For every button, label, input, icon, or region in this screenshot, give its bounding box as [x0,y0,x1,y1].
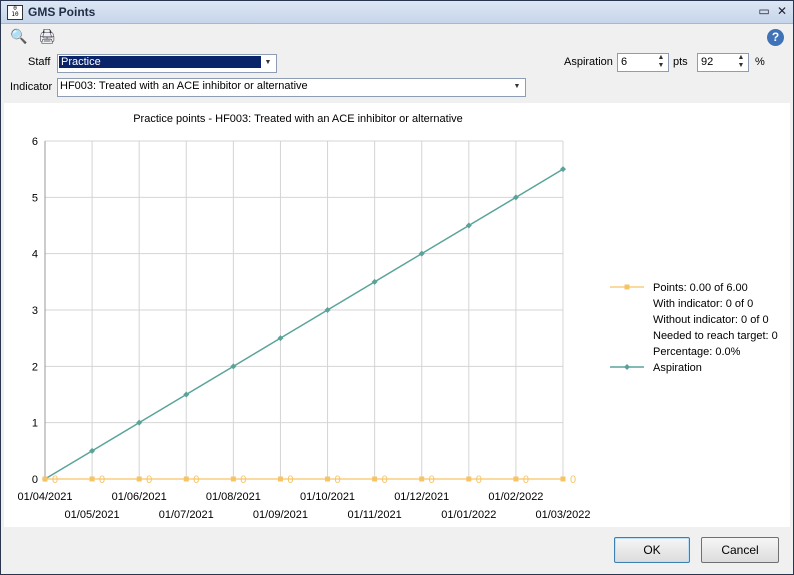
points-unit-label: pts [673,56,688,68]
y-tick-label: 3 [32,305,38,317]
x-tick-label: 01/10/2021 [300,491,355,503]
aspiration-percent-value: 92 [701,56,714,68]
staff-select-value: Practice [59,56,261,68]
window-title: GMS Points [28,5,96,19]
points-point [277,476,283,482]
x-tick-label: 01/09/2021 [253,509,308,521]
x-tick-label: 01/12/2021 [394,491,449,503]
y-tick-label: 2 [32,361,38,373]
print-icon[interactable]: 🖨 [38,27,56,45]
points-data-label: 0 [334,474,340,486]
x-tick-label: 01/08/2021 [206,491,261,503]
chart-panel: Practice points - HF003: Treated with an… [4,103,790,527]
points-point [42,476,48,482]
legend-points-label: Points: 0.00 of 6.00 [653,282,748,294]
aspiration-series-line [44,168,564,480]
indicator-select-value: HF003: Treated with an ACE inhibitor or … [60,80,308,92]
points-point [372,476,378,482]
spin-arrows-icon[interactable]: ▲ ▼ [735,54,747,71]
points-point [466,476,472,482]
x-tick-label: 01/11/2021 [348,509,402,521]
points-point [136,476,142,482]
aspiration-label: Aspiration [564,56,613,68]
gms-points-window: 0 10 GMS Points ▭ ✕ 🔍 🖨 ? Staff Practice … [0,0,794,575]
legend-aspiration-marker [624,364,630,370]
aspiration-percent-stepper[interactable]: 92 ▲ ▼ [697,53,749,72]
y-tick-label: 6 [32,136,38,148]
percent-unit-label: % [755,56,765,68]
x-tick-label: 01/05/2021 [65,509,120,521]
chevron-down-icon: ▼ [513,83,521,90]
legend-points-detail: With indicator: 0 of 0 [653,298,753,310]
search-icon[interactable]: 🔍 [10,27,28,45]
ok-button[interactable]: OK [614,537,690,563]
points-data-label: 0 [52,474,58,486]
points-point [419,476,425,482]
aspiration-points-value: 6 [621,56,628,68]
points-data-label: 0 [99,474,105,486]
x-tick-label: 01/02/2022 [488,491,543,503]
indicator-select[interactable]: HF003: Treated with an ACE inhibitor or … [57,78,526,97]
indicator-label: Indicator [10,81,53,93]
x-tick-label: 01/06/2021 [112,491,167,503]
spin-arrows-icon[interactable]: ▲ ▼ [655,54,667,71]
points-data-label: 0 [240,474,246,486]
calendar-icon: 0 10 [7,5,23,20]
aspiration-points-stepper[interactable]: 6 ▲ ▼ [617,53,669,72]
points-data-label: 0 [193,474,199,486]
x-tick-label: 01/01/2022 [441,509,496,521]
legend-points-detail: Needed to reach target: 0 [653,330,778,342]
points-data-label: 0 [146,474,152,486]
points-data-label: 0 [523,474,529,486]
points-data-label: 0 [287,474,293,486]
x-tick-label: 01/04/2021 [17,491,72,503]
cancel-button[interactable]: Cancel [701,537,779,563]
chevron-down-icon: ▼ [264,59,272,66]
points-data-label: 0 [476,474,482,486]
points-point [513,476,519,482]
legend-points-detail: Percentage: 0.0% [653,346,741,358]
points-data-label: 0 [382,474,388,486]
points-point [325,476,331,482]
points-point [230,476,236,482]
staff-select[interactable]: Practice ▼ [57,54,277,73]
y-tick-label: 0 [32,474,38,486]
help-icon[interactable]: ? [767,29,784,46]
points-point [183,476,189,482]
x-tick-label: 01/07/2021 [159,509,214,521]
points-data-label: 0 [429,474,435,486]
legend-aspiration-label: Aspiration [653,362,702,374]
y-tick-label: 4 [32,249,38,261]
points-data-label: 0 [570,474,576,486]
y-tick-label: 1 [32,418,38,430]
points-chart: Practice points - HF003: Treated with an… [17,113,778,521]
y-tick-label: 5 [32,192,38,204]
maximize-button[interactable]: ▭ [757,4,771,18]
staff-label: Staff [28,56,51,68]
x-tick-label: 01/03/2022 [535,509,590,521]
close-button[interactable]: ✕ [775,4,789,18]
chart-title: Practice points - HF003: Treated with an… [133,113,463,125]
points-point [89,476,95,482]
title-bar: 0 10 GMS Points ▭ ✕ [1,1,793,24]
legend-points-marker [624,284,630,290]
legend-points-detail: Without indicator: 0 of 0 [653,314,769,326]
points-point [560,476,566,482]
